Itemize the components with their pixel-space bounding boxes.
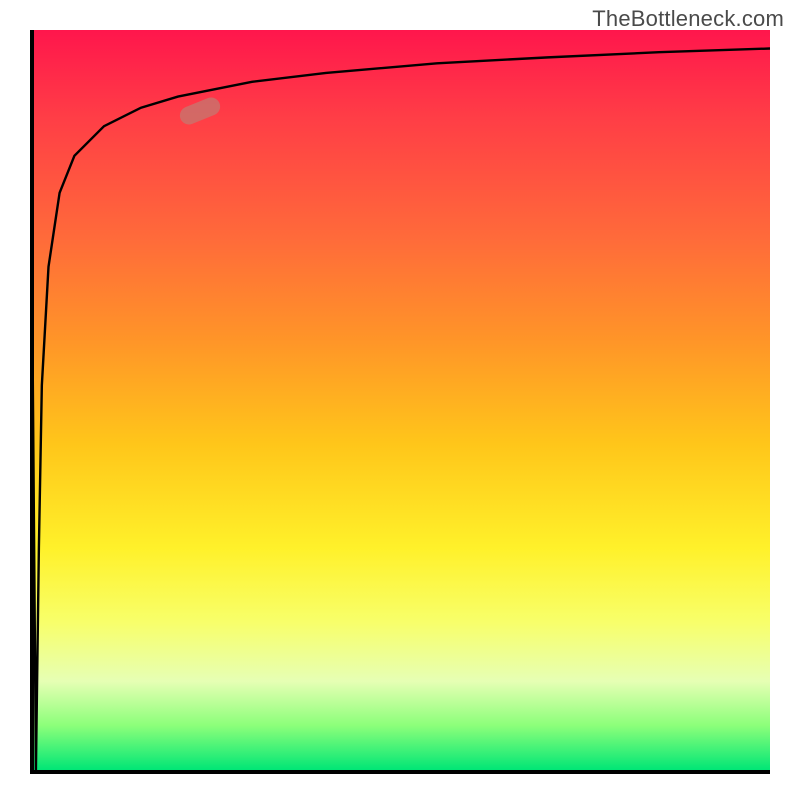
attribution-text: TheBottleneck.com xyxy=(592,6,784,32)
curve-path xyxy=(30,30,770,770)
chart-stage: TheBottleneck.com xyxy=(0,0,800,800)
x-axis xyxy=(30,770,770,774)
y-axis xyxy=(30,30,34,770)
bottleneck-curve xyxy=(30,30,770,770)
